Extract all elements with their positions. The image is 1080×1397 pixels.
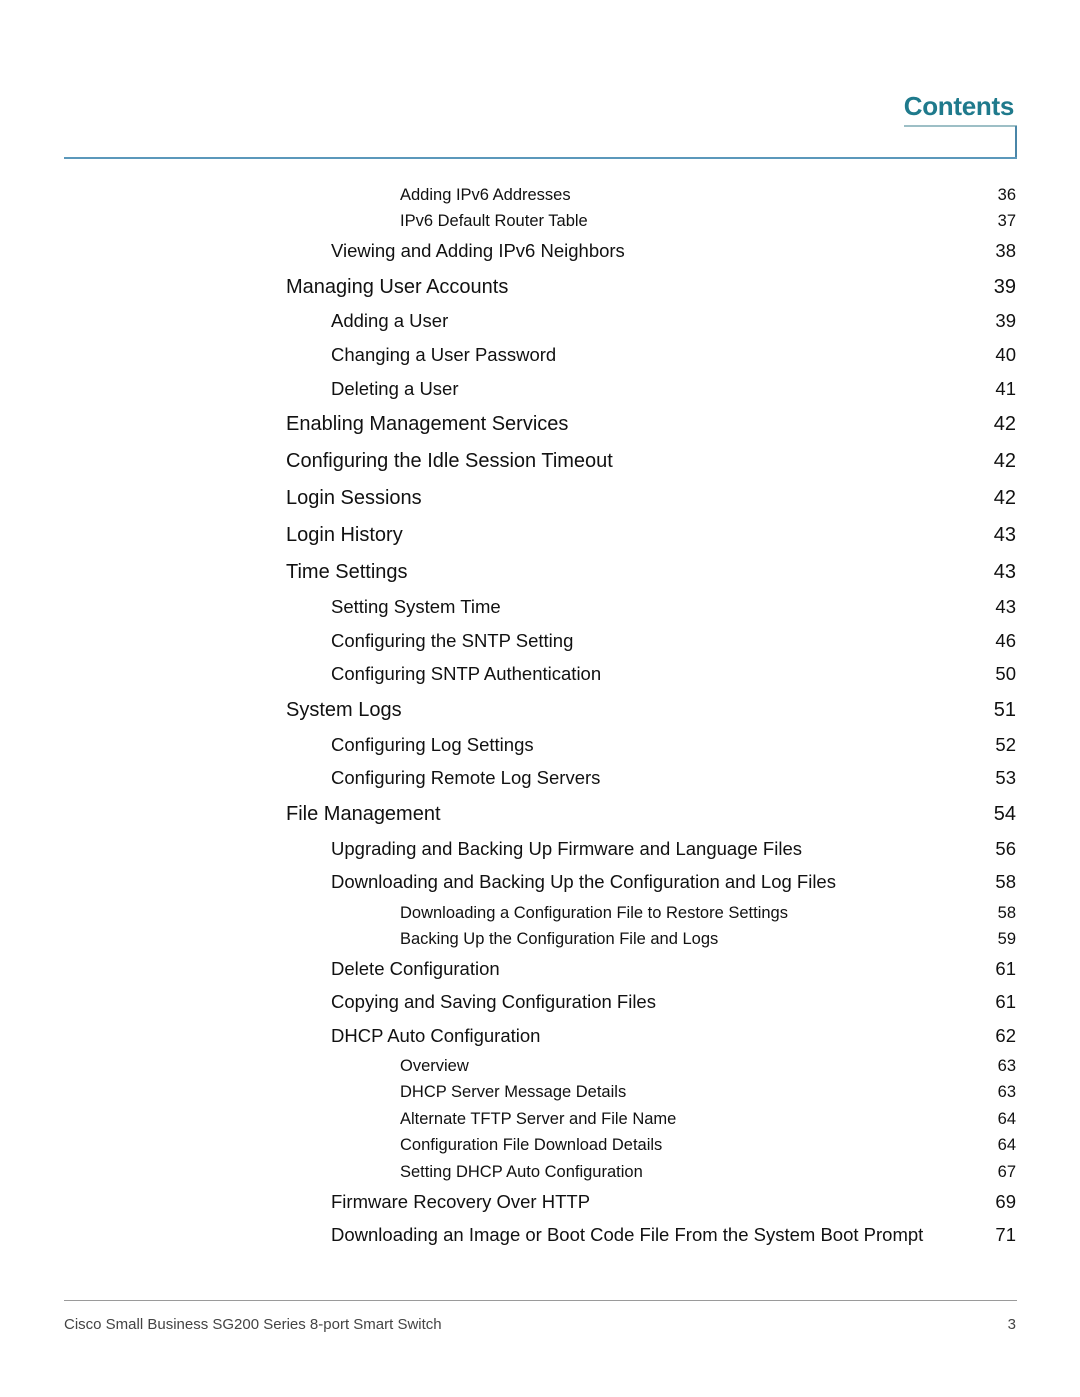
toc-entry-page: 59 xyxy=(997,930,1016,948)
toc-entry-title[interactable]: Deleting a User xyxy=(331,378,459,400)
toc-entry-page: 50 xyxy=(995,663,1016,684)
toc-entry-page: 52 xyxy=(995,734,1016,755)
toc-entry-title[interactable]: Downloading an Image or Boot Code File F… xyxy=(331,1224,923,1246)
toc-entry-page: 41 xyxy=(995,378,1016,399)
toc-entry-title[interactable]: Copying and Saving Configuration Files xyxy=(331,991,656,1013)
toc-entry-page: 63 xyxy=(997,1083,1016,1101)
toc-entry-page: 63 xyxy=(997,1057,1016,1075)
toc-entry-title[interactable]: Configuration File Download Details xyxy=(400,1136,662,1155)
toc-entry-title[interactable]: System Logs xyxy=(286,699,402,722)
toc-entry-page: 61 xyxy=(995,958,1016,979)
toc-entry-title[interactable]: Setting System Time xyxy=(331,596,501,618)
toc-entry-page: 42 xyxy=(993,487,1016,509)
toc-entry-title[interactable]: Setting DHCP Auto Configuration xyxy=(400,1163,643,1182)
toc-entry-title[interactable]: IPv6 Default Router Table xyxy=(400,212,588,231)
toc-entry-page: 46 xyxy=(995,630,1016,651)
toc-entry-page: 51 xyxy=(993,699,1016,721)
toc-entry-title[interactable]: Configuring Log Settings xyxy=(331,734,534,756)
header-rule-right xyxy=(1015,126,1017,159)
toc-entry-page: 43 xyxy=(993,524,1016,546)
toc-entry-title[interactable]: File Management xyxy=(286,803,441,826)
toc-entry-title[interactable]: Enabling Management Services xyxy=(286,413,568,436)
toc-entry-title[interactable]: Downloading a Configuration File to Rest… xyxy=(400,904,788,923)
toc-entry-page: 64 xyxy=(997,1136,1016,1154)
toc-entry-page: 39 xyxy=(995,310,1016,331)
toc-entry-title[interactable]: Adding IPv6 Addresses xyxy=(400,186,571,205)
toc-entry-title[interactable]: Login Sessions xyxy=(286,487,422,510)
toc-entry-title[interactable]: Configuring the Idle Session Timeout xyxy=(286,450,613,473)
toc-entry-page: 54 xyxy=(993,803,1016,825)
page-title: Contents xyxy=(903,91,1015,121)
toc-entry-page: 43 xyxy=(995,596,1016,617)
toc-entry-title[interactable]: Configuring the SNTP Setting xyxy=(331,630,573,652)
toc-entry-page: 58 xyxy=(997,904,1016,922)
toc-entry-title[interactable]: Backing Up the Configuration File and Lo… xyxy=(400,930,718,949)
toc-entry-page: 42 xyxy=(993,413,1016,435)
toc-entry-title[interactable]: Upgrading and Backing Up Firmware and La… xyxy=(331,838,802,860)
toc-entry-page: 64 xyxy=(997,1110,1016,1128)
header-rule-top xyxy=(904,125,1017,127)
toc-entry-page: 58 xyxy=(995,871,1016,892)
toc-entry-page: 42 xyxy=(993,450,1016,472)
toc-entry-page: 53 xyxy=(995,767,1016,788)
toc-entry-title[interactable]: Configuring Remote Log Servers xyxy=(331,767,600,789)
toc-entry-page: 61 xyxy=(995,991,1016,1012)
toc-entry-title[interactable]: Downloading and Backing Up the Configura… xyxy=(331,871,836,893)
toc-entry-page: 62 xyxy=(995,1025,1016,1046)
header-rule-bottom xyxy=(64,157,1017,159)
toc-entry-title[interactable]: DHCP Auto Configuration xyxy=(331,1025,540,1047)
toc-entry-title[interactable]: Configuring SNTP Authentication xyxy=(331,663,601,685)
toc-entry-page: 56 xyxy=(995,838,1016,859)
footer-product-name: Cisco Small Business SG200 Series 8-port… xyxy=(64,1316,442,1333)
toc-entry-title[interactable]: Changing a User Password xyxy=(331,344,556,366)
toc-entry-page: 71 xyxy=(995,1224,1016,1245)
toc-entry-page: 37 xyxy=(997,212,1016,230)
toc-entry-page: 38 xyxy=(995,240,1016,261)
toc-entry-page: 36 xyxy=(997,186,1016,204)
toc-entry-page: 67 xyxy=(997,1163,1016,1181)
toc-entry-title[interactable]: Adding a User xyxy=(331,310,448,332)
toc-entry-title[interactable]: Firmware Recovery Over HTTP xyxy=(331,1191,590,1213)
toc-entry-page: 39 xyxy=(993,276,1016,298)
toc-entry-page: 40 xyxy=(995,344,1016,365)
toc-entry-title[interactable]: DHCP Server Message Details xyxy=(400,1083,626,1102)
toc-entry-title[interactable]: Delete Configuration xyxy=(331,958,500,980)
toc-entry-title[interactable]: Time Settings xyxy=(286,561,408,584)
toc-entry-title[interactable]: Alternate TFTP Server and File Name xyxy=(400,1110,676,1129)
footer-divider xyxy=(64,1300,1017,1301)
toc-entry-page: 69 xyxy=(995,1191,1016,1212)
toc-entry-title[interactable]: Viewing and Adding IPv6 Neighbors xyxy=(331,240,625,262)
footer-page-number: 3 xyxy=(1007,1316,1016,1333)
toc-entry-title[interactable]: Login History xyxy=(286,524,403,547)
toc-entry-title[interactable]: Overview xyxy=(400,1057,469,1076)
toc-entry-title[interactable]: Managing User Accounts xyxy=(286,276,508,299)
toc-entry-page: 43 xyxy=(993,561,1016,583)
